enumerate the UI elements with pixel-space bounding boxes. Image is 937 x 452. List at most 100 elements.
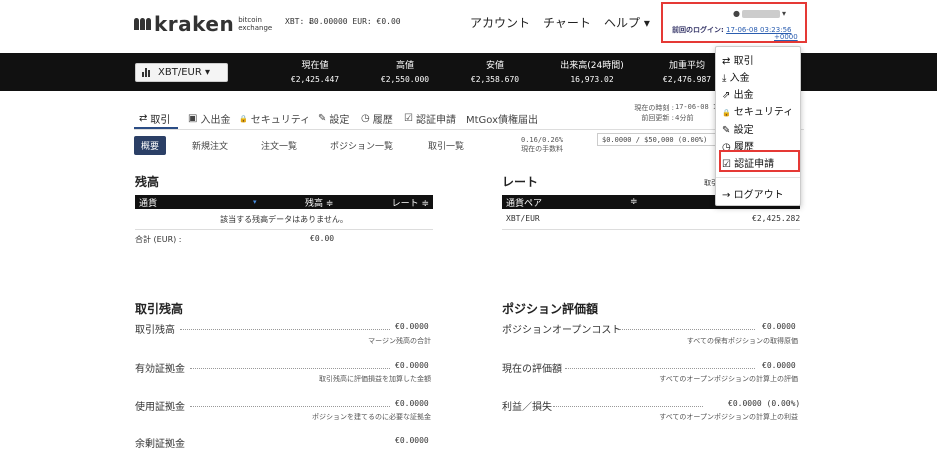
current-value-value: €0.0000 <box>762 361 796 370</box>
nav-chart[interactable]: チャート <box>543 14 591 31</box>
balance-empty-message: 該当する残高データはありません。 <box>220 215 348 224</box>
clock-icon: ◷ <box>361 113 370 124</box>
menu-item-trade[interactable]: ⇄ 取引 <box>722 52 754 67</box>
stat-last: 現在値 €2,425.447 <box>290 61 340 84</box>
tab-history[interactable]: ◷ 履歴 <box>361 111 393 126</box>
balance-ticker: XBT: Ƀ0.00000 EUR: €0.00 <box>285 17 401 26</box>
open-cost-label: ポジションオープンコスト <box>502 325 622 336</box>
stat-high: 高値 €2,550.000 <box>380 61 430 84</box>
arrow-right-icon: → <box>722 190 731 201</box>
current-value-desc: すべてのオープンポジションの計算上の評価 <box>659 375 798 383</box>
equity-label: 有効証拠金 <box>135 364 185 375</box>
col-balance[interactable]: 残高 ≑ <box>305 196 333 209</box>
lock-icon: 🔒 <box>239 114 248 123</box>
rates-title: レート <box>502 175 539 189</box>
tab-funding[interactable]: ▣ 入出金 <box>188 111 230 126</box>
rate-value: €2,425.282 <box>752 214 801 223</box>
lock-icon: 🔒 <box>722 109 731 117</box>
chart-bars-icon <box>142 68 150 77</box>
sort-icon[interactable]: ≑ <box>630 197 638 207</box>
tab-security[interactable]: 🔒 セキュリティ <box>239 111 310 127</box>
equity-desc: 取引残高に評価損益を加算した金額 <box>319 375 431 383</box>
subnav-positions[interactable]: ポジション一覧 <box>330 139 393 152</box>
col-rate[interactable]: レート ≑ <box>392 196 429 209</box>
leader-dots <box>553 406 703 407</box>
balance-total-label: 合計 (EUR) : <box>135 235 182 244</box>
subnav-new-order[interactable]: 新規注文 <box>192 139 228 152</box>
trade-balance-desc: マージン残高の合計 <box>368 337 431 345</box>
tab-mtgox-claim[interactable]: MtGox債権届出 <box>466 111 538 126</box>
leader-dots <box>180 329 390 330</box>
balance-table-header: 通貨 ▾ 残高 ≑ レート ≑ <box>135 195 433 209</box>
funding-icon: ▣ <box>188 113 198 124</box>
stat-volume: 出来高(24時間) 16,973.02 <box>560 61 624 84</box>
last-update-value: 4分前 <box>675 114 694 122</box>
exchange-icon: ⇄ <box>722 56 731 67</box>
used-margin-label: 使用証拠金 <box>135 402 185 413</box>
leader-dots <box>620 329 755 330</box>
trade-limit: $0.0000 / $50,000 (0.00%) <box>597 133 716 146</box>
exchange-icon: ⇄ <box>139 113 148 124</box>
subnav-trades[interactable]: 取引一覧 <box>428 139 464 152</box>
open-cost-value: €0.0000 <box>762 322 796 331</box>
active-tab-indicator <box>134 127 178 129</box>
user-highlight-box <box>661 2 807 43</box>
free-margin-value: €0.0000 <box>395 436 429 445</box>
used-margin-value: €0.0000 <box>395 399 429 408</box>
current-time-label: 現在の時刻 : <box>634 104 674 112</box>
sort-desc-icon[interactable]: ▾ <box>253 198 257 206</box>
logo-wordmark: kraken <box>154 12 235 36</box>
wrench-icon: ✎ <box>722 125 731 136</box>
last-update-label: 前回更新 : <box>641 114 674 122</box>
menu-item-deposit[interactable]: ⤓ 入金 <box>722 69 750 84</box>
leader-dots <box>190 368 390 369</box>
menu-item-withdraw[interactable]: ⇗ 出金 <box>722 86 754 101</box>
menu-item-security[interactable]: 🔒 セキュリティ <box>722 103 793 118</box>
pnl-desc: すべてのオープンポジションの計算上の利益 <box>659 413 798 421</box>
pnl-label: 利益／損失 <box>502 402 552 413</box>
verification-highlight-box <box>719 150 800 172</box>
rate-pair: XBT/EUR <box>506 214 540 223</box>
stat-low: 安値 €2,358.670 <box>470 61 520 84</box>
kraken-logo-icon <box>134 18 151 30</box>
equity-value: €0.0000 <box>395 361 429 370</box>
nav-account[interactable]: アカウント <box>470 14 530 31</box>
menu-divider <box>716 177 800 178</box>
position-valuation-title: ポジション評価額 <box>502 302 599 316</box>
menu-item-settings[interactable]: ✎ 設定 <box>722 121 754 136</box>
pnl-value: €0.0000 (0.00%) <box>728 399 801 408</box>
used-margin-desc: ポジションを建てるのに必要な証拠金 <box>312 413 431 421</box>
download-icon: ⤓ <box>722 73 727 84</box>
free-margin-label: 余剰証拠金 <box>135 439 185 450</box>
external-link-icon: ⇗ <box>722 90 731 101</box>
current-value-label: 現在の評価額 <box>502 364 562 375</box>
balance-total-value: €0.00 <box>310 234 335 243</box>
trade-balance-label: 取引残高 <box>135 325 175 336</box>
trade-balance-title: 取引残高 <box>135 302 184 316</box>
tab-trade[interactable]: ⇄ 取引 <box>139 111 170 126</box>
trade-balance-value: €0.0000 <box>395 322 429 331</box>
subnav-overview[interactable]: 概要 <box>134 136 167 155</box>
nav-help[interactable]: ヘルプ ▾ <box>604 14 650 31</box>
checkbox-icon: ☑ <box>404 113 413 124</box>
subnav-orders[interactable]: 注文一覧 <box>261 139 297 152</box>
divider <box>135 229 433 230</box>
pair-label: XBT/EUR ▾ <box>158 67 210 78</box>
divider <box>502 229 800 230</box>
menu-item-logout[interactable]: → ログアウト <box>722 186 784 201</box>
col-currency[interactable]: 通貨 <box>139 196 157 209</box>
leader-dots <box>190 406 390 407</box>
fee-info: 0.16/0.26% 現在の手数料 <box>521 136 564 153</box>
wrench-icon: ✎ <box>318 113 327 124</box>
leader-dots <box>565 368 755 369</box>
pair-selector[interactable]: XBT/EUR ▾ <box>135 63 228 82</box>
tab-verification[interactable]: ☑ 認証申請 <box>404 111 456 126</box>
logo-subtitle: bitcoin exchange <box>238 16 273 32</box>
user-dropdown-menu: ⇄ 取引 ⤓ 入金 ⇗ 出金 🔒 セキュリティ ✎ 設定 ◷ 履歴 ☑ 認証申請… <box>715 46 801 206</box>
balance-title: 残高 <box>135 175 160 189</box>
open-cost-desc: すべての保有ポジションの取得原価 <box>686 337 798 345</box>
kraken-logo[interactable]: kraken bitcoin exchange <box>134 12 272 36</box>
tab-settings[interactable]: ✎ 設定 <box>318 111 349 126</box>
tab-divider <box>134 129 804 130</box>
col-pair[interactable]: 通貨ペア <box>506 196 542 209</box>
